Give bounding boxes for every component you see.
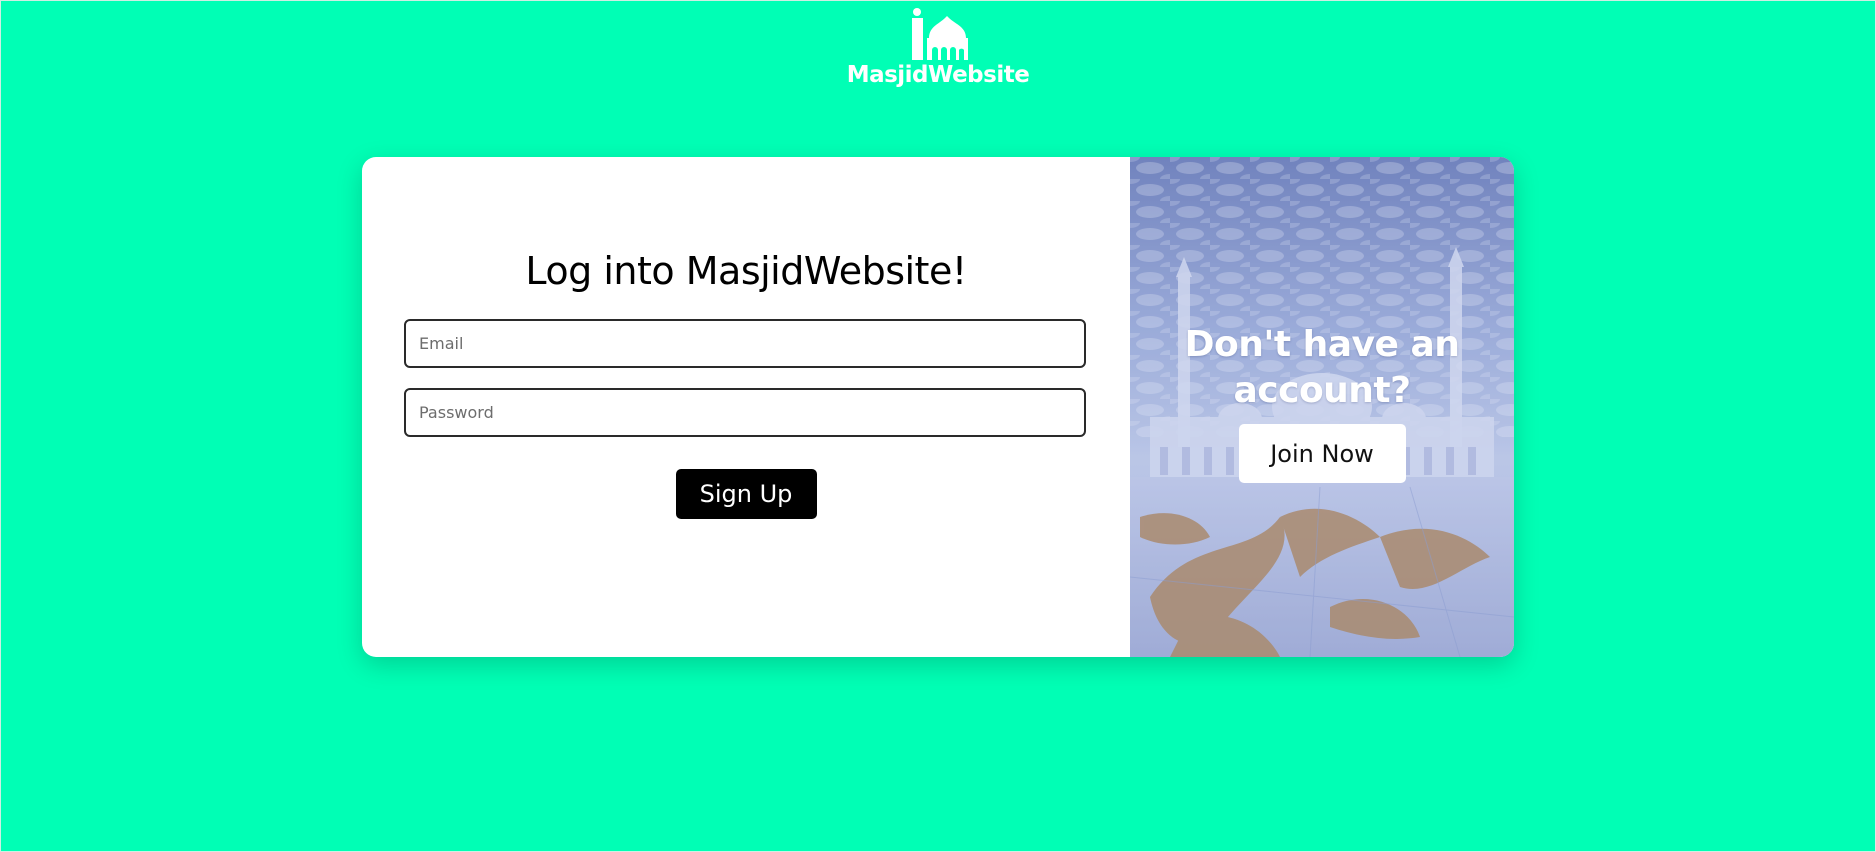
login-title: Log into MasjidWebsite! — [525, 249, 967, 293]
join-now-button[interactable]: Join Now — [1238, 424, 1406, 483]
sign-up-button[interactable]: Sign Up — [675, 469, 817, 519]
login-card: Log into MasjidWebsite! Sign Up — [362, 157, 1514, 657]
email-field[interactable] — [404, 319, 1086, 368]
login-panel: Log into MasjidWebsite! Sign Up — [362, 157, 1130, 657]
site-logo[interactable]: MasjidWebsite — [838, 8, 1038, 88]
promo-content: Don't have an account? Join Now — [1130, 322, 1514, 483]
mosque-logo-icon — [912, 8, 968, 60]
promo-title: Don't have an account? — [1184, 324, 1460, 411]
password-field[interactable] — [404, 388, 1086, 437]
brand-name: MasjidWebsite — [846, 62, 1030, 88]
promo-panel: Don't have an account? Join Now — [1130, 157, 1514, 657]
